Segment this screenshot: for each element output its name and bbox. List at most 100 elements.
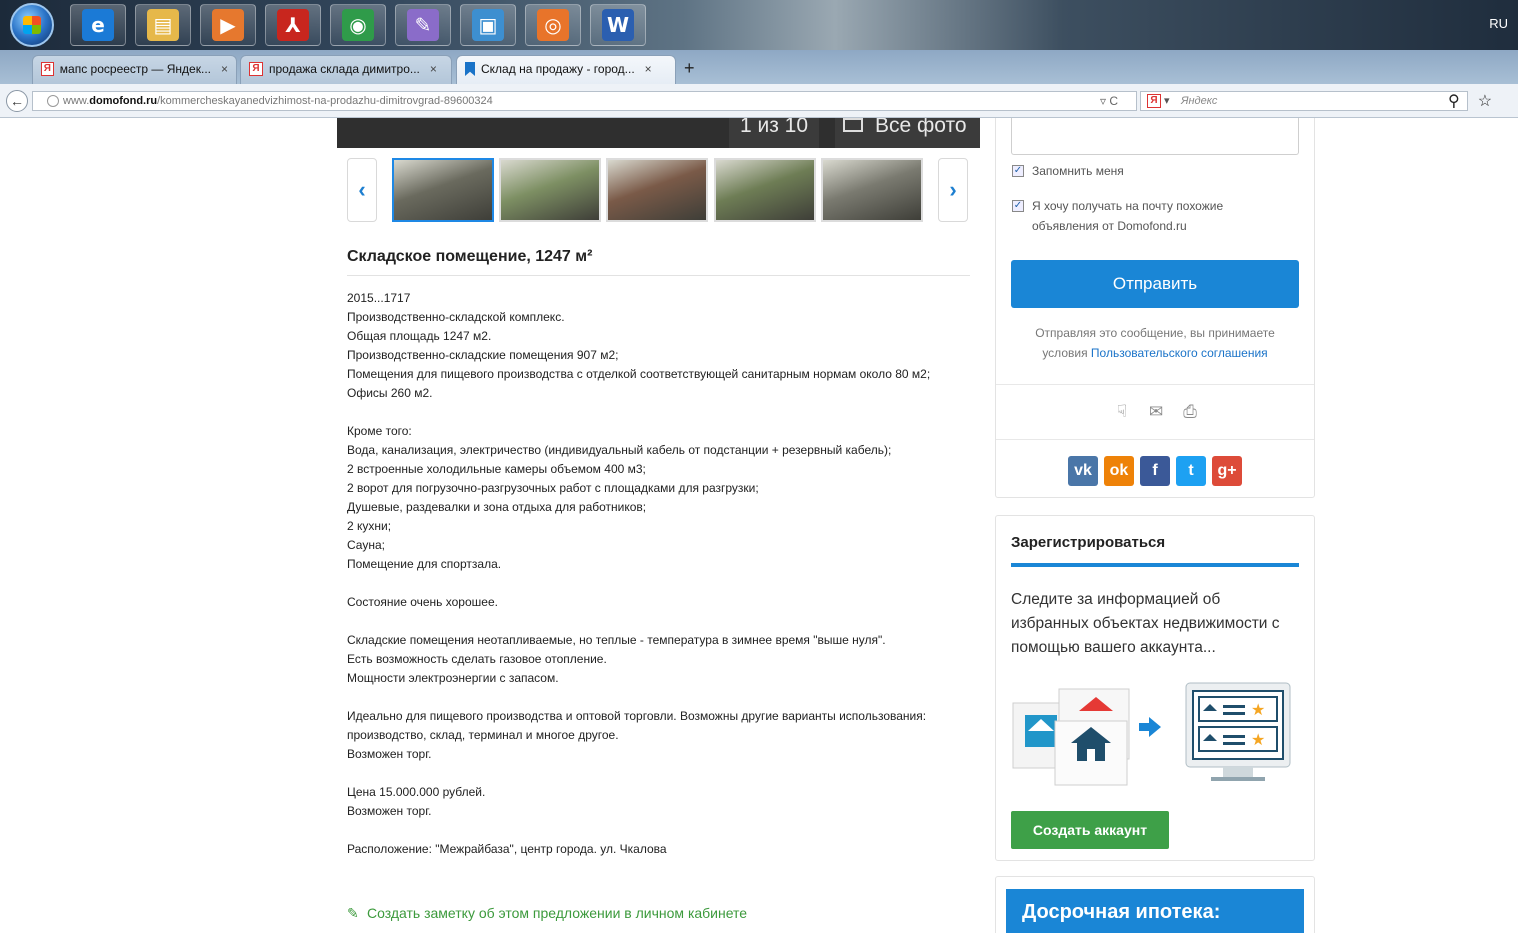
divider xyxy=(347,275,970,276)
navigation-bar: ← www.domofond.ru/kommercheskayanedvizhi… xyxy=(0,84,1518,118)
divider xyxy=(996,384,1314,385)
firefox-icon: ◎ xyxy=(537,9,569,41)
all-photos-button[interactable]: Все фото xyxy=(835,118,980,148)
create-note-label: Создать заметку об этом предложении в ли… xyxy=(367,905,748,921)
favorites-illustration-icon: ★ ★ xyxy=(1012,682,1291,786)
tab-maps-rosreestr[interactable]: Я мапс росреестр — Яндек... × xyxy=(32,55,237,84)
svg-text:★: ★ xyxy=(1251,730,1265,749)
taskbar: e ▤ ▶ ⅄ ◉ ✎ ▣ ◎ W RU xyxy=(0,0,1518,50)
word-icon: W xyxy=(602,9,634,41)
agreement-notice: Отправляя это сообщение, вы принимаете у… xyxy=(1011,323,1299,363)
globe-icon xyxy=(47,95,59,107)
thumbnail-4[interactable] xyxy=(714,158,816,222)
svg-text:★: ★ xyxy=(1251,700,1265,719)
register-title: Зарегистрироваться xyxy=(1011,534,1166,551)
checkbox-checked-icon[interactable]: ✓ xyxy=(1012,165,1024,177)
thumbnails-prev-button[interactable]: ‹ xyxy=(347,158,377,222)
google-plus-share-icon[interactable]: g+ xyxy=(1212,456,1242,486)
mail-icon[interactable]: ✉ xyxy=(1145,402,1167,422)
listing-description: 2015...1717 Производственно-складской ко… xyxy=(347,291,931,856)
tab-label: мапс росреестр — Яндек... xyxy=(59,62,211,76)
facebook-share-icon[interactable]: f xyxy=(1140,456,1170,486)
print-icon[interactable]: ⎙ xyxy=(1179,402,1201,422)
search-engine-dropdown-icon[interactable]: ▾ xyxy=(1164,92,1170,110)
photo-counter: 1 из 10 xyxy=(729,118,819,148)
register-card: Зарегистрироваться Следите за информацие… xyxy=(995,515,1315,861)
tab-warehouse-search[interactable]: Я продажа склада димитро... × xyxy=(240,55,452,84)
create-account-button[interactable]: Создать аккаунт xyxy=(1011,811,1169,849)
thumbnail-2[interactable] xyxy=(499,158,601,222)
title-underline xyxy=(1011,563,1299,567)
acrobat-taskbar-button[interactable]: ⅄ xyxy=(265,4,321,46)
new-tab-button[interactable]: + xyxy=(684,58,695,79)
tab-warehouse-listing[interactable]: Склад на продажу - город... × xyxy=(456,55,676,84)
language-indicator[interactable]: RU xyxy=(1489,16,1508,31)
word-taskbar-button[interactable]: W xyxy=(590,4,646,46)
yandex-icon: Я xyxy=(1147,94,1161,108)
remember-me-label: Запомнить меня xyxy=(1032,164,1124,178)
thumbnail-1[interactable] xyxy=(392,158,494,222)
photo-viewer-taskbar-button[interactable]: ▣ xyxy=(460,4,516,46)
url-prefix: www. xyxy=(63,95,90,107)
thumbnail-5[interactable] xyxy=(821,158,923,222)
mortgage-banner[interactable]: Досрочная ипотека: xyxy=(1006,889,1304,933)
close-tab-icon[interactable]: × xyxy=(430,62,437,84)
chrome-taskbar-button[interactable]: ◉ xyxy=(330,4,386,46)
page-content: 1 из 10 Все фото ‹ › Складское помещение… xyxy=(0,118,1518,933)
bookmark-star-icon[interactable]: ☆ xyxy=(1478,91,1492,111)
file-explorer-taskbar-button[interactable]: ▤ xyxy=(135,4,191,46)
url-path: /kommercheskayanedvizhimost-na-prodazhu-… xyxy=(157,95,493,107)
start-button[interactable] xyxy=(10,3,54,47)
search-icon[interactable]: ⚲ xyxy=(1448,91,1460,111)
yandex-favicon-icon: Я xyxy=(249,62,263,76)
user-agreement-link[interactable]: Пользовательского соглашения xyxy=(1091,346,1268,360)
divider xyxy=(996,439,1314,440)
search-placeholder: Яндекс xyxy=(1181,95,1218,107)
close-tab-icon[interactable]: × xyxy=(645,62,652,84)
social-share-buttons: vk ok f t g+ xyxy=(1068,456,1242,486)
listing-title: Складское помещение, 1247 м² xyxy=(347,248,593,265)
search-input[interactable]: Я ▾ Яндекс xyxy=(1140,91,1468,111)
reload-icon[interactable]: ▿ C xyxy=(1100,94,1118,108)
thumbnail-3[interactable] xyxy=(606,158,708,222)
paint-taskbar-button[interactable]: ✎ xyxy=(395,4,451,46)
domofond-favicon-icon xyxy=(465,62,475,76)
close-tab-icon[interactable]: × xyxy=(221,62,228,84)
contact-form-card: ✓ Запомнить меня ✓ Я хочу получать на по… xyxy=(995,118,1315,498)
chrome-icon: ◉ xyxy=(342,9,374,41)
windows-logo-icon xyxy=(23,16,41,34)
edit-note-icon: ✎ xyxy=(347,905,359,921)
media-player-icon: ▶ xyxy=(212,9,244,41)
register-text: Следите за информацией об избранных объе… xyxy=(1011,591,1280,656)
firefox-taskbar-button[interactable]: ◎ xyxy=(525,4,581,46)
remember-me-checkbox[interactable]: ✓ Запомнить меня xyxy=(1012,161,1302,181)
address-bar[interactable]: www.domofond.ru/kommercheskayanedvizhimo… xyxy=(32,91,1137,111)
photo-viewer-icon: ▣ xyxy=(472,9,504,41)
tab-strip: Я мапс росреестр — Яндек... × Я продажа … xyxy=(0,50,1518,84)
thumbnails-next-button[interactable]: › xyxy=(938,158,968,222)
tab-label: продажа склада димитро... xyxy=(269,62,420,76)
dislike-icon[interactable]: ☟ xyxy=(1111,402,1133,422)
acrobat-icon: ⅄ xyxy=(277,9,309,41)
all-photos-label: Все фото xyxy=(875,118,967,137)
url-domain: domofond.ru xyxy=(89,95,158,107)
internet-explorer-taskbar-button[interactable]: e xyxy=(70,4,126,46)
subscribe-checkbox[interactable]: ✓ Я хочу получать на почту похожие объяв… xyxy=(1012,196,1282,236)
back-button[interactable]: ← xyxy=(6,90,28,112)
checkbox-checked-icon[interactable]: ✓ xyxy=(1012,200,1024,212)
file-explorer-icon: ▤ xyxy=(147,9,179,41)
media-player-taskbar-button[interactable]: ▶ xyxy=(200,4,256,46)
message-textarea[interactable] xyxy=(1011,118,1299,155)
internet-explorer-icon: e xyxy=(82,9,114,41)
yandex-favicon-icon: Я xyxy=(41,62,54,76)
main-photo[interactable]: 1 из 10 Все фото xyxy=(337,118,980,148)
odnoklassniki-share-icon[interactable]: ok xyxy=(1104,456,1134,486)
create-note-link[interactable]: ✎ Создать заметку об этом предложении в л… xyxy=(347,905,747,922)
twitter-share-icon[interactable]: t xyxy=(1176,456,1206,486)
subscribe-label: Я хочу получать на почту похожие объявле… xyxy=(1032,199,1224,233)
send-button[interactable]: Отправить xyxy=(1011,260,1299,308)
image-icon xyxy=(843,118,863,132)
paint-icon: ✎ xyxy=(407,9,439,41)
vk-share-icon[interactable]: vk xyxy=(1068,456,1098,486)
mortgage-card: Досрочная ипотека: xyxy=(995,876,1315,933)
